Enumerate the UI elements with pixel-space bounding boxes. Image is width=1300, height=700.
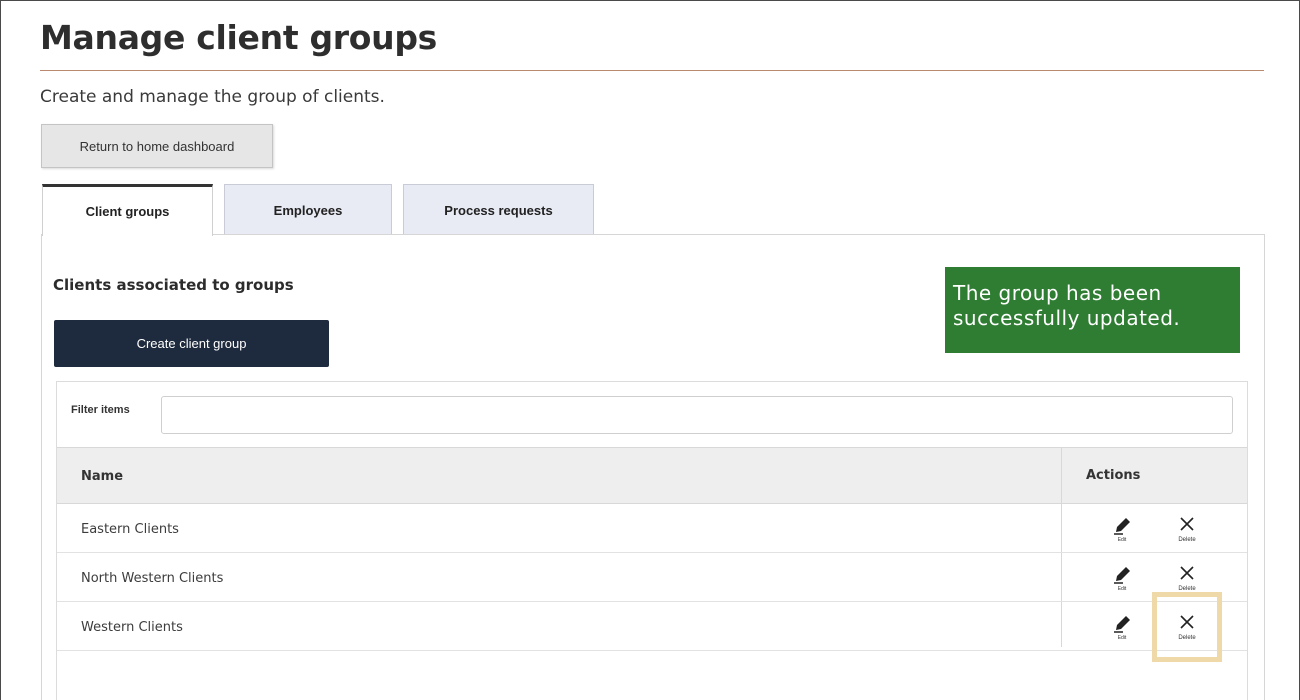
delete-label: Delete	[1178, 635, 1196, 641]
row-name-cell: North Western Clients	[81, 571, 224, 586]
column-header-actions: Actions	[1086, 468, 1141, 483]
delete-button[interactable]: Delete	[1171, 514, 1203, 546]
create-client-group-button[interactable]: Create client group	[54, 320, 329, 367]
page-subtitle: Create and manage the group of clients.	[40, 87, 385, 107]
title-divider	[40, 70, 1264, 71]
x-icon	[1180, 517, 1194, 531]
row-name-cell: Eastern Clients	[81, 522, 179, 537]
table-row: North Western Clients Edit Delete	[57, 554, 1247, 602]
tab-client-groups[interactable]: Client groups	[42, 184, 213, 236]
edit-label: Edit	[1117, 537, 1127, 543]
page-title: Manage client groups	[40, 18, 438, 57]
x-icon	[1180, 566, 1194, 580]
delete-button[interactable]: Delete	[1171, 563, 1203, 595]
delete-label: Delete	[1178, 537, 1196, 543]
notification-line-2: successfully updated.	[953, 306, 1181, 330]
delete-label: Delete	[1178, 586, 1196, 592]
table-row: Western Clients Edit Delete	[57, 603, 1247, 651]
section-heading: Clients associated to groups	[53, 276, 294, 294]
edit-button[interactable]: Edit	[1110, 563, 1134, 595]
pencil-icon	[1114, 567, 1130, 584]
edit-label: Edit	[1117, 586, 1127, 592]
table-row: Eastern Clients Edit Delete	[57, 505, 1247, 553]
pencil-icon	[1114, 518, 1130, 535]
filter-items-input[interactable]	[161, 396, 1233, 434]
pencil-icon	[1114, 616, 1130, 633]
edit-label: Edit	[1117, 635, 1127, 641]
return-to-dashboard-button[interactable]: Return to home dashboard	[41, 124, 273, 168]
filter-label: Filter items	[71, 404, 130, 416]
edit-button[interactable]: Edit	[1110, 612, 1134, 644]
notification-line-1: The group has been	[953, 281, 1162, 305]
tab-employees[interactable]: Employees	[224, 184, 392, 235]
edit-button[interactable]: Edit	[1110, 514, 1134, 546]
delete-button[interactable]: Delete	[1171, 612, 1203, 644]
tab-process-requests[interactable]: Process requests	[403, 184, 594, 235]
table-header	[57, 447, 1247, 504]
x-icon	[1180, 615, 1194, 629]
success-notification: The group has been successfully updated.	[945, 267, 1240, 353]
row-name-cell: Western Clients	[81, 620, 183, 635]
column-header-name[interactable]: Name	[81, 469, 123, 484]
